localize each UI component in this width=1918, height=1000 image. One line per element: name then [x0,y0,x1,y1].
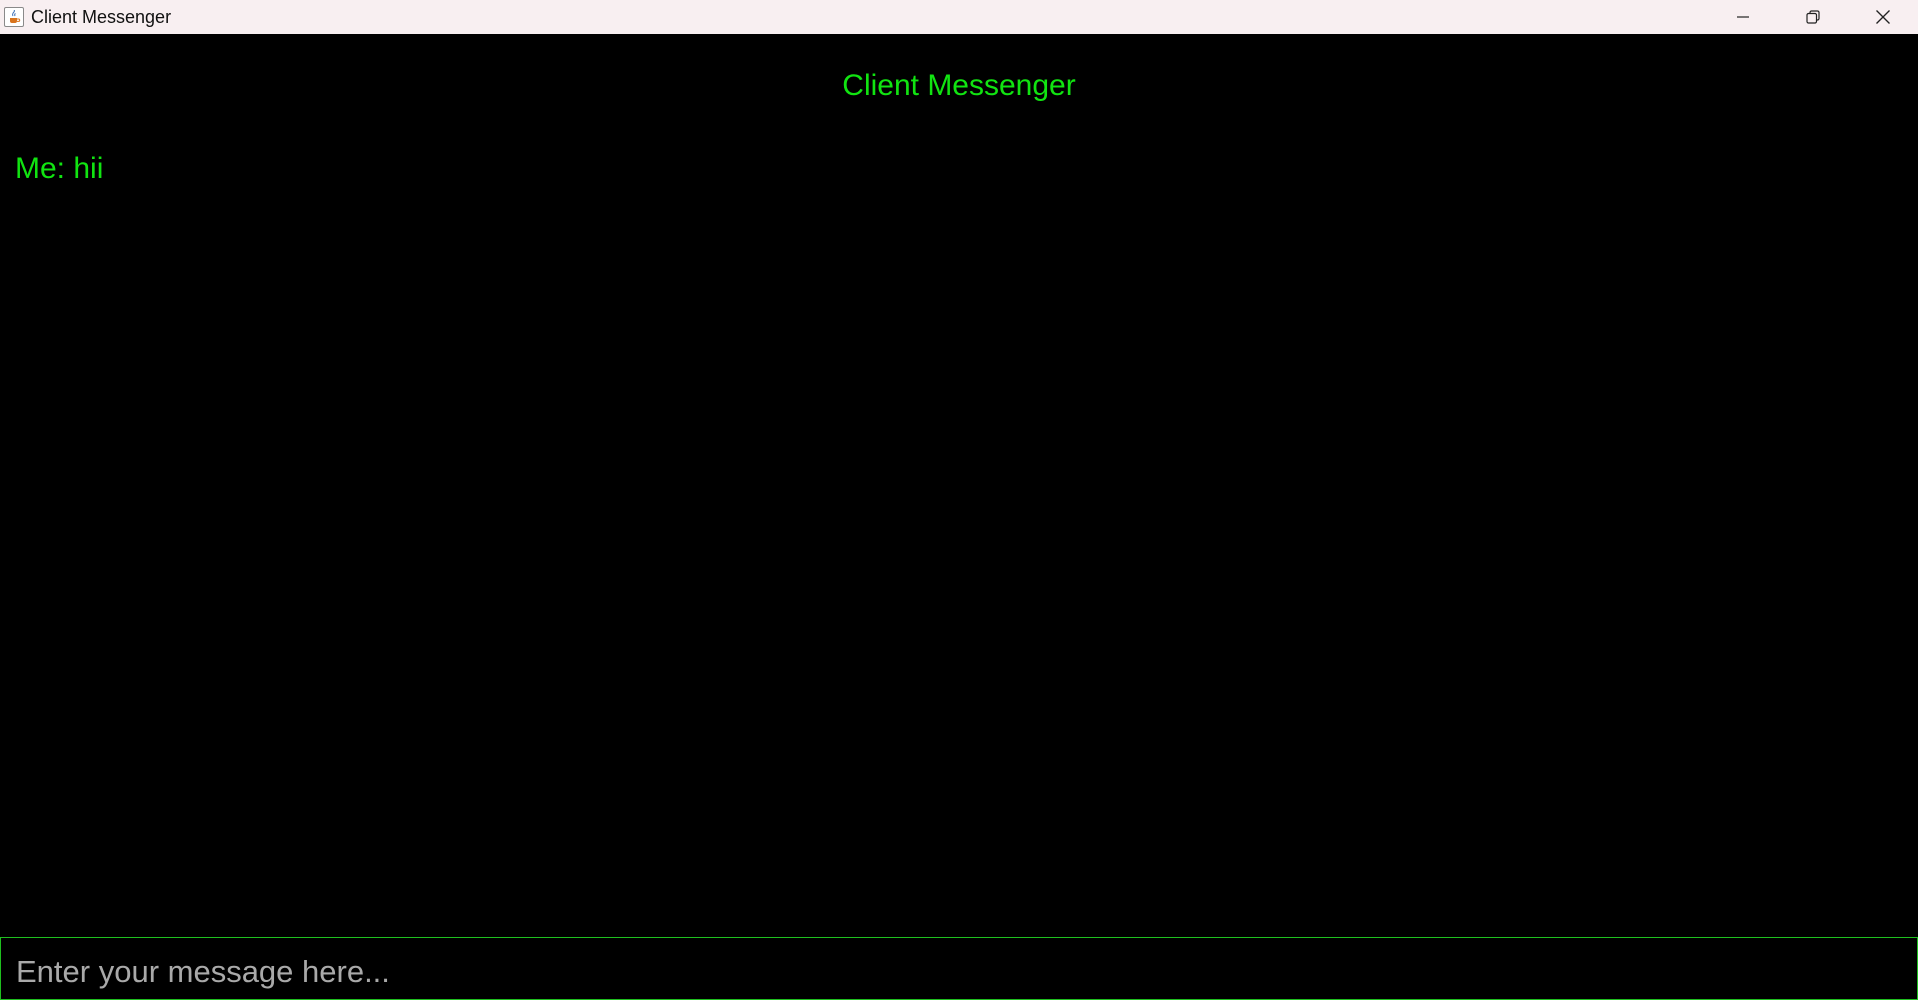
window-title: Client Messenger [31,6,172,27]
minimize-icon [1736,10,1750,24]
close-icon [1875,9,1891,25]
message-input[interactable] [1,938,1917,999]
java-cup-icon [4,7,24,27]
window-controls [1708,0,1918,34]
messenger-panel: Client Messenger Me: hii [0,34,1918,1000]
restore-icon [1806,10,1820,24]
message-item: Me: hii [15,152,104,185]
message-input-container [0,937,1918,1000]
title-bar: Client Messenger [0,0,1918,34]
restore-button[interactable] [1778,0,1848,34]
message-list[interactable]: Me: hii [15,149,1905,929]
close-button[interactable] [1848,0,1918,34]
minimize-button[interactable] [1708,0,1778,34]
app-heading: Client Messenger [842,69,1076,102]
